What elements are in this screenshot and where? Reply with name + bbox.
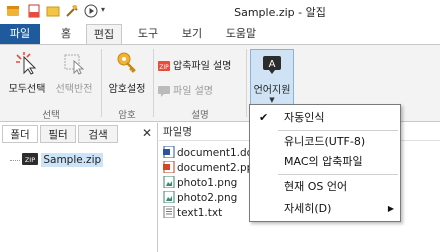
password-button[interactable]: 암호설정 (104, 51, 150, 95)
ribbon-tab-bar: 파일 홈 편집 도구 보기 도움말 (0, 24, 440, 45)
tab-folder[interactable]: 폴더 (2, 125, 38, 143)
svg-text:ZIP: ZIP (159, 64, 169, 71)
language-icon-letter: A (269, 59, 276, 70)
folder-pane: 폴더 필터 검색 ✕ ZIP Sample.zip (0, 123, 158, 252)
key-icon (117, 52, 136, 73)
language-support-label: 언어지원 (253, 85, 291, 96)
zip-archive-icon: ZIP (22, 153, 38, 165)
menu-item-details[interactable]: 자세히(D) ▶ (250, 199, 400, 219)
file-comment-label: 파일 설명 (173, 86, 213, 97)
tab-search[interactable]: 검색 (78, 125, 118, 143)
menu-item-current-os[interactable]: 현재 OS 언어 (250, 177, 400, 197)
title-bar: ▾ Sample.zip - 알집 (0, 0, 440, 24)
ribbon-separator (101, 49, 102, 117)
word-icon (163, 145, 175, 159)
menu-item-mac-archive[interactable]: MAC의 압축파일 (250, 152, 400, 172)
group-password-label: 암호 (118, 110, 136, 121)
zip-comment-button[interactable]: ZIP 압축파일 설명 (158, 57, 231, 72)
image-icon (163, 175, 175, 189)
ppt-icon (163, 160, 175, 174)
menu-item-label: 현재 OS 언어 (284, 180, 348, 193)
select-all-button[interactable]: 모두선택 (4, 51, 50, 95)
list-item[interactable]: text1.txt (163, 205, 223, 220)
ribbon-separator (246, 49, 247, 117)
file-comment-button[interactable]: 파일 설명 (158, 82, 213, 97)
tab-tools[interactable]: 도구 (130, 24, 166, 44)
text-icon (163, 205, 175, 219)
invert-select-label: 선택반전 (55, 84, 93, 95)
comment-icon (158, 86, 170, 97)
check-icon: ✔ (259, 111, 269, 124)
tab-edit[interactable]: 편집 (86, 24, 122, 45)
menu-item-label: MAC의 압축파일 (284, 155, 363, 168)
password-label: 암호설정 (108, 84, 146, 95)
select-all-label: 모두선택 (8, 84, 46, 95)
zip-badge-text: ZIP (25, 156, 35, 164)
tab-help[interactable]: 도움말 (218, 24, 264, 44)
menu-separator (278, 130, 398, 131)
tree-item-sample-zip[interactable]: ZIP Sample.zip (10, 153, 104, 167)
list-item[interactable]: photo1.png (163, 175, 238, 190)
window-title: Sample.zip - 알집 (234, 6, 326, 19)
ribbon-separator (153, 49, 154, 117)
invert-select-icon (64, 54, 85, 75)
language-dropdown-menu: ✔ 자동인식 유니코드(UTF-8) MAC의 압축파일 현재 OS 언어 자세… (249, 104, 401, 222)
submenu-arrow-icon: ▶ (387, 204, 394, 213)
cursor-icon (16, 52, 37, 75)
language-icon: A (263, 56, 281, 74)
list-item[interactable]: photo2.png (163, 190, 238, 205)
file-name: photo2.png (177, 192, 238, 204)
chevron-down-icon: ▼ (269, 96, 275, 104)
menu-separator (278, 174, 398, 175)
close-icon[interactable]: ✕ (142, 126, 152, 140)
zip-comment-icon: ZIP (158, 61, 170, 71)
menu-item-label: 자동인식 (284, 111, 325, 124)
tab-home[interactable]: 홈 (52, 24, 80, 44)
menu-item-auto-detect[interactable]: ✔ 자동인식 (250, 108, 400, 128)
tree-connector (10, 159, 20, 161)
tab-filter[interactable]: 필터 (40, 125, 76, 143)
file-name: photo1.png (177, 177, 238, 189)
tab-file[interactable]: 파일 (0, 24, 40, 44)
menu-item-unicode[interactable]: 유니코드(UTF-8) (250, 132, 400, 152)
invert-select-button[interactable]: 선택반전 (50, 51, 98, 95)
image-icon (163, 190, 175, 204)
group-comment-label: 설명 (191, 110, 209, 121)
language-support-button[interactable]: A 언어지원 ▼ (250, 49, 294, 105)
menu-item-label: 자세히(D) (284, 202, 332, 215)
tree-item-label: Sample.zip (41, 153, 104, 167)
file-name: text1.txt (177, 207, 223, 219)
zip-comment-label: 압축파일 설명 (173, 61, 232, 72)
group-select-label: 선택 (42, 110, 60, 121)
menu-item-label: 유니코드(UTF-8) (284, 135, 366, 148)
tab-view[interactable]: 보기 (174, 24, 210, 44)
